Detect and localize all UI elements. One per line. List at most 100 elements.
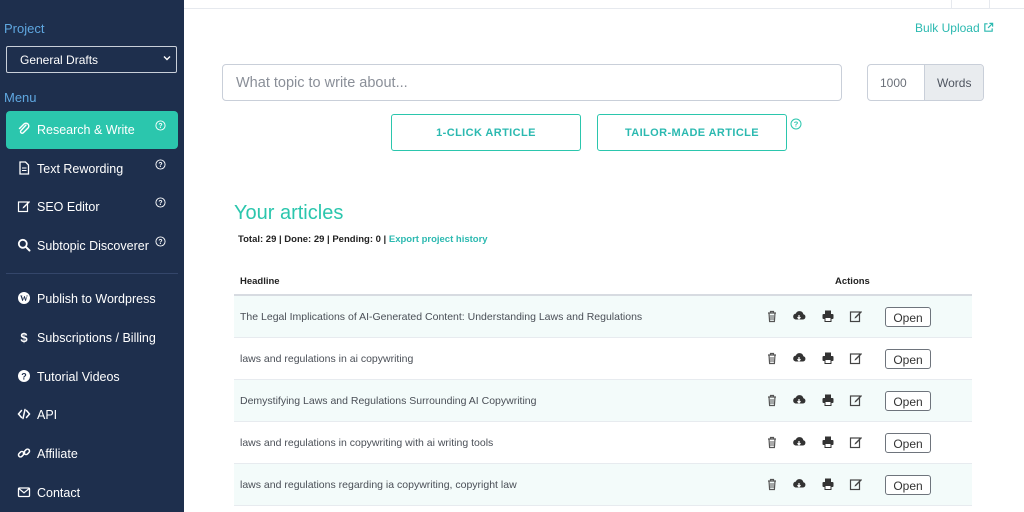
export-history-link[interactable]: Export project history: [389, 234, 488, 245]
svg-text:?: ?: [158, 123, 162, 130]
sidebar-item-label: Research & Write: [37, 123, 135, 137]
print-icon[interactable]: [821, 477, 835, 491]
svg-text:?: ?: [158, 162, 162, 169]
svg-text:?: ?: [158, 200, 162, 207]
sidebar-item-tutorial-videos[interactable]: ? Tutorial Videos: [6, 358, 178, 396]
table-row: laws and regulations regarding ia copywr…: [234, 464, 972, 506]
sidebar-item-label: Subtopic Discoverer: [37, 239, 149, 253]
print-icon[interactable]: [821, 393, 835, 407]
articles-table: Headline Actions The Legal Implications …: [234, 267, 972, 506]
topic-input[interactable]: What topic to write about...: [222, 64, 842, 101]
trash-icon[interactable]: [765, 351, 779, 365]
tailor-made-article-button[interactable]: TAILOR-MADE ARTICLE: [597, 114, 787, 151]
articles-stats: Total: 29 | Done: 29 | Pending: 0 | Expo…: [238, 234, 488, 245]
search-icon: [17, 238, 31, 252]
sidebar-item-subscriptions-billing[interactable]: $ Subscriptions / Billing: [6, 319, 178, 357]
sidebar: Project General Drafts Menu Research & W…: [0, 0, 184, 512]
sidebar-divider: [6, 273, 178, 274]
app-root: Project General Drafts Menu Research & W…: [0, 0, 1024, 512]
help-icon[interactable]: ?: [155, 197, 166, 208]
word-count-input[interactable]: 1000: [868, 65, 924, 100]
sidebar-item-label: Affiliate: [37, 447, 78, 461]
sidebar-item-label: Contact: [37, 486, 81, 500]
help-icon[interactable]: ?: [155, 120, 166, 131]
column-header-actions: Actions: [835, 276, 870, 287]
print-icon[interactable]: [821, 435, 835, 449]
paperclip-icon: [18, 122, 30, 134]
open-button[interactable]: Open: [885, 475, 931, 495]
open-button[interactable]: Open: [885, 307, 931, 327]
open-button[interactable]: Open: [885, 433, 931, 453]
wordpress-icon: W: [18, 292, 30, 304]
sidebar-item-label: SEO Editor: [37, 200, 100, 214]
print-icon[interactable]: [821, 351, 835, 365]
table-row: The Legal Implications of AI-Generated C…: [234, 296, 972, 338]
sidebar-item-label: Text Rewording: [37, 162, 124, 176]
top-divider-segment: [989, 0, 990, 8]
sidebar-item-text-rewording[interactable]: Text Rewording ?: [6, 150, 178, 188]
sidebar-item-label: Publish to Wordpress: [37, 292, 156, 306]
sidebar-item-label: API: [37, 408, 58, 422]
document-icon: [19, 161, 30, 175]
project-heading: Project: [4, 21, 45, 36]
project-select[interactable]: General Drafts: [6, 46, 177, 73]
help-icon[interactable]: ?: [155, 236, 166, 247]
help-icon[interactable]: ?: [790, 118, 802, 130]
trash-icon[interactable]: [765, 477, 779, 491]
trash-icon[interactable]: [765, 309, 779, 323]
one-click-article-button[interactable]: 1-CLICK ARTICLE: [391, 114, 581, 151]
edit-icon[interactable]: [849, 351, 863, 365]
table-body: The Legal Implications of AI-Generated C…: [234, 296, 972, 506]
word-count-unit: Words: [924, 65, 983, 100]
sidebar-item-label: Subscriptions / Billing: [37, 331, 156, 345]
article-headline: laws and regulations regarding ia copywr…: [240, 479, 517, 491]
help-icon[interactable]: ?: [155, 159, 166, 170]
edit-icon[interactable]: [849, 309, 863, 323]
sidebar-item-contact[interactable]: Contact: [6, 474, 178, 512]
bulk-upload-label: Bulk Upload: [914, 21, 980, 35]
code-icon: [17, 408, 31, 420]
edit-icon[interactable]: [849, 435, 863, 449]
article-headline: laws and regulations in copywriting with…: [240, 437, 494, 449]
svg-text:W: W: [20, 294, 28, 303]
articles-title: Your articles: [234, 202, 344, 224]
print-icon[interactable]: [821, 309, 835, 323]
dollar-icon: $: [20, 330, 28, 344]
top-divider: [184, 8, 1024, 9]
open-button[interactable]: Open: [885, 391, 931, 411]
sidebar-item-affiliate[interactable]: Affiliate: [6, 435, 178, 473]
top-divider-segment: [951, 0, 952, 8]
sidebar-item-api[interactable]: API: [6, 396, 178, 434]
edit-icon[interactable]: [849, 393, 863, 407]
chevron-down-icon: [163, 56, 171, 61]
cloud-download-icon[interactable]: [792, 435, 806, 449]
table-row: Demystifying Laws and Regulations Surrou…: [234, 380, 972, 422]
table-header: Headline Actions: [234, 267, 972, 296]
sidebar-item-publish-wordpress[interactable]: W Publish to Wordpress: [6, 280, 178, 318]
cloud-download-icon[interactable]: [792, 309, 806, 323]
envelope-icon: [17, 487, 31, 498]
article-headline: The Legal Implications of AI-Generated C…: [240, 311, 643, 323]
menu-heading: Menu: [4, 90, 37, 105]
svg-text:$: $: [20, 330, 28, 344]
bulk-upload-link[interactable]: Bulk Upload: [915, 21, 994, 35]
external-link-icon: [984, 22, 994, 32]
cloud-download-icon[interactable]: [792, 477, 806, 491]
table-row: laws and regulations in copywriting with…: [234, 422, 972, 464]
sidebar-item-subtopic-discoverer[interactable]: Subtopic Discoverer ?: [6, 227, 178, 265]
question-circle-icon: ?: [18, 370, 30, 382]
trash-icon[interactable]: [765, 393, 779, 407]
open-button[interactable]: Open: [885, 349, 931, 369]
trash-icon[interactable]: [765, 435, 779, 449]
svg-text:?: ?: [158, 239, 162, 246]
cloud-download-icon[interactable]: [792, 351, 806, 365]
article-headline: Demystifying Laws and Regulations Surrou…: [240, 395, 537, 407]
svg-text:?: ?: [21, 372, 27, 382]
article-headline: laws and regulations in ai copywriting: [240, 353, 414, 365]
cloud-download-icon[interactable]: [792, 393, 806, 407]
sidebar-item-seo-editor[interactable]: SEO Editor ?: [6, 188, 178, 226]
sidebar-item-research-write[interactable]: Research & Write ?: [6, 111, 178, 149]
edit-icon: [17, 201, 30, 213]
edit-icon[interactable]: [849, 477, 863, 491]
word-count-group: 1000 Words: [867, 64, 984, 101]
